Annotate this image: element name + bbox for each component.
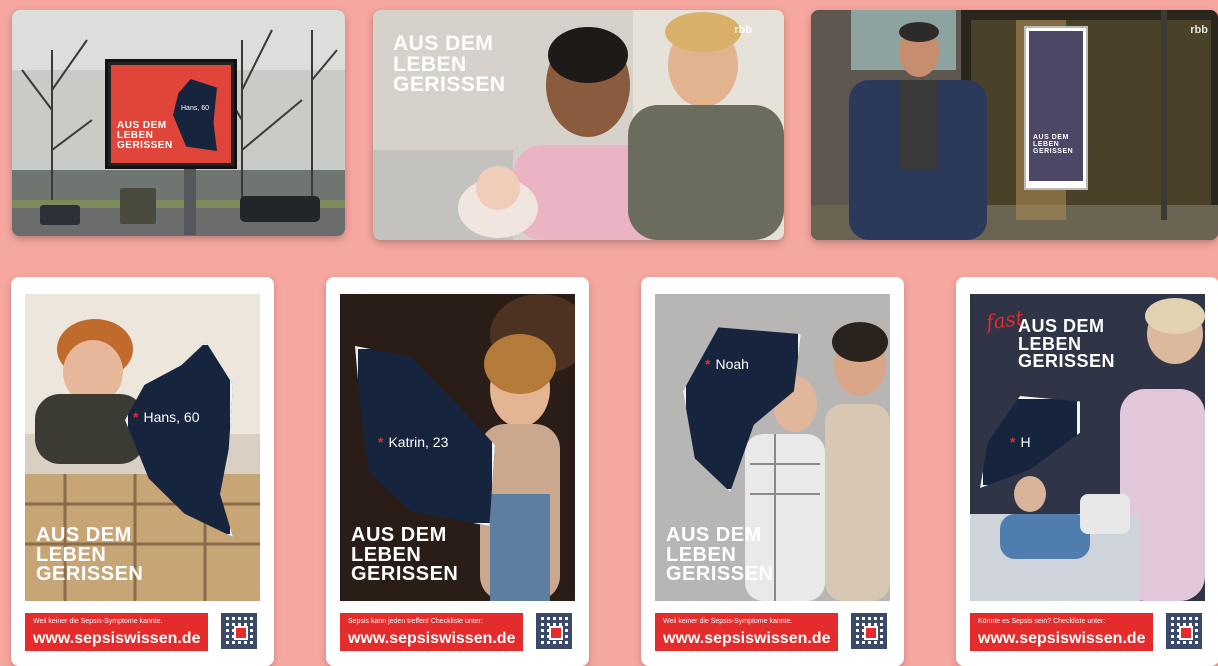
campaign-url-link[interactable]: www.sepsiswissen.de — [978, 630, 1145, 648]
poster-photo: fast AUS DEM LEBEN GERISSEN * H — [970, 294, 1205, 601]
footer-tagline: Sepsis kann jeden treffen! Checkliste un… — [348, 618, 483, 625]
qr-code-icon[interactable] — [1166, 613, 1202, 649]
campaign-poster-hans: * Hans, 60 AUS DEM LEBEN GERISSEN Weil ke… — [11, 277, 274, 666]
campaign-url-link[interactable]: www.sepsiswissen.de — [33, 630, 200, 648]
campaign-poster-grandmother: fast AUS DEM LEBEN GERISSEN * H Könnte es… — [956, 277, 1218, 666]
billboard-label: Hans, 60 — [181, 105, 210, 112]
couple-with-baby-tv-still: AUS DEM LEBEN GERISSEN rbb — [373, 10, 784, 240]
person-label: * Noah — [705, 356, 749, 372]
qr-code-icon[interactable] — [221, 613, 257, 649]
bus-stop-poster: AUS DEM LEBEN GERISSEN — [1024, 26, 1088, 190]
billboard: Hans, 60 AUS DEM LEBEN GERISSEN — [105, 59, 237, 169]
billboard-street-photo: Hans, 60 AUS DEM LEBEN GERISSEN — [12, 10, 345, 236]
poster-photo: * Katrin, 23 AUS DEM LEBEN GERISSEN — [340, 294, 575, 601]
qr-code-icon[interactable] — [851, 613, 887, 649]
campaign-poster-noah: * Noah AUS DEM LEBEN GERISSEN Weil keiner… — [641, 277, 904, 666]
presenter-scene — [811, 10, 1218, 240]
person-label: * Katrin, 23 — [378, 434, 449, 450]
footer-tagline: Weil keiner die Sepsis-Symptome kannte. — [33, 618, 163, 625]
poster-photo: * Noah AUS DEM LEBEN GERISSEN — [655, 294, 890, 601]
poster-footer: Weil keiner die Sepsis-Symptome kannte. … — [25, 613, 208, 651]
billboard-headline: AUS DEM LEBEN GERISSEN — [117, 120, 173, 151]
poster-headline: AUS DEM LEBEN GERISSEN — [351, 524, 459, 586]
poster-footer: Sepsis kann jeden treffen! Checkliste un… — [340, 613, 523, 651]
channel-logo: rbb — [1190, 24, 1208, 36]
poster-footer: Könnte es Sepsis sein? Checkliste unter:… — [970, 613, 1153, 651]
billboard-tear — [173, 79, 217, 151]
presenter-at-bus-stop-tv-still: AUS DEM LEBEN GERISSEN rbb — [811, 10, 1218, 240]
campaign-url-link[interactable]: www.sepsiswissen.de — [348, 630, 515, 648]
poster-headline: AUS DEM LEBEN GERISSEN — [666, 524, 774, 586]
qr-code-icon[interactable] — [536, 613, 572, 649]
campaign-url-link[interactable]: www.sepsiswissen.de — [663, 630, 830, 648]
campaign-poster-katrin: * Katrin, 23 AUS DEM LEBEN GERISSEN Sepsi… — [326, 277, 589, 666]
person-label: * Hans, 60 — [133, 409, 200, 425]
poster-headline: AUS DEM LEBEN GERISSEN — [36, 524, 144, 586]
person-label: * H — [1010, 434, 1031, 450]
bus-stop-poster-headline: AUS DEM LEBEN GERISSEN — [1033, 134, 1074, 155]
footer-tagline: Weil keiner die Sepsis-Symptome kannte. — [663, 618, 793, 625]
channel-logo: rbb — [734, 24, 752, 36]
footer-tagline: Könnte es Sepsis sein? Checkliste unter: — [978, 618, 1106, 625]
poster-footer: Weil keiner die Sepsis-Symptome kannte. … — [655, 613, 838, 651]
tv-headline: AUS DEM LEBEN GERISSEN — [393, 32, 506, 97]
poster-headline: AUS DEM LEBEN GERISSEN — [1018, 316, 1116, 372]
poster-photo: * Hans, 60 AUS DEM LEBEN GERISSEN — [25, 294, 260, 601]
